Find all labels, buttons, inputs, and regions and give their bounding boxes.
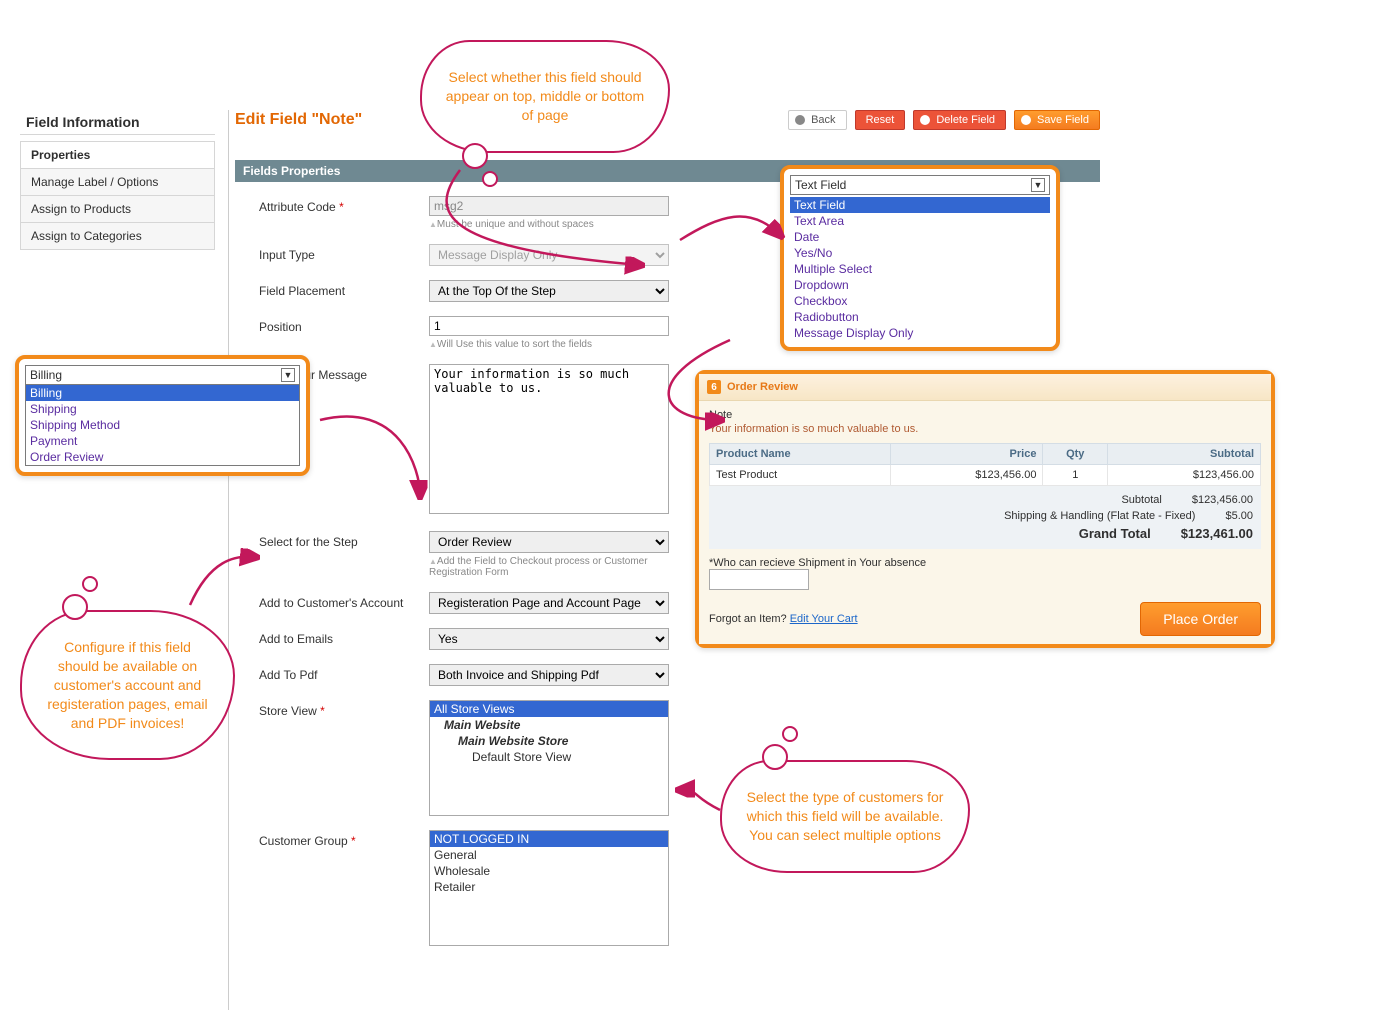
annotation-arrows: [0, 0, 1399, 1016]
